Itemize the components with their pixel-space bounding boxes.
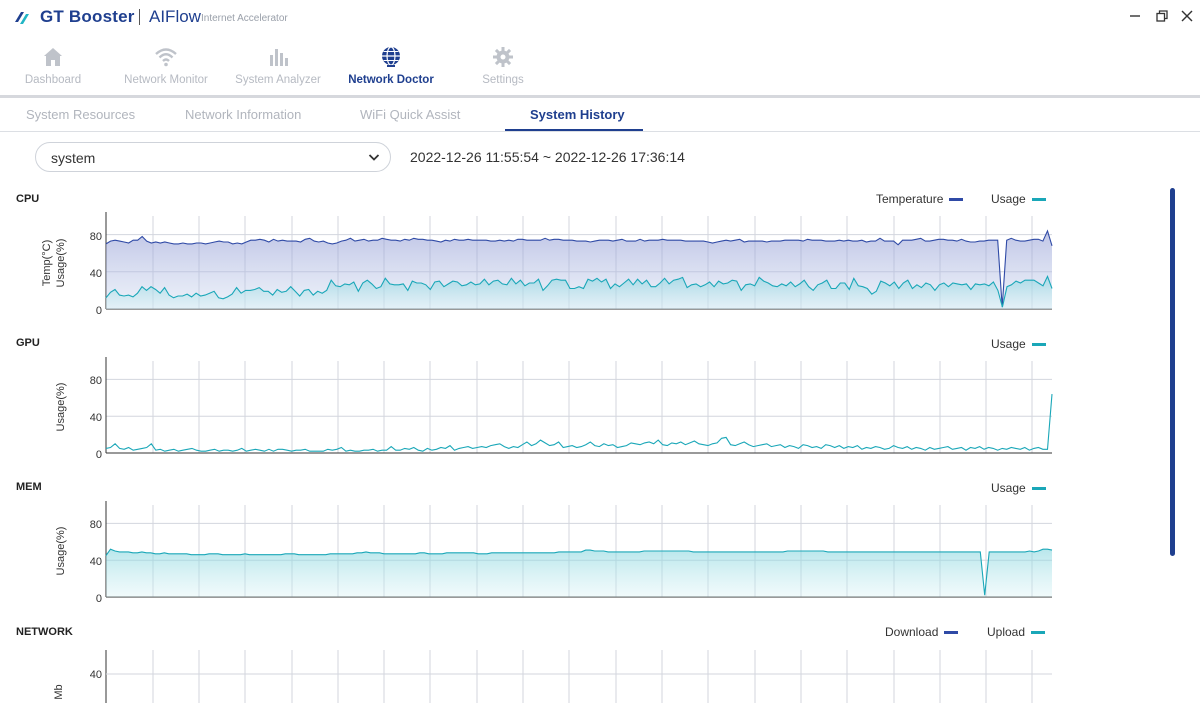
cpu-section-label: CPU — [16, 193, 40, 205]
mem-section-label: MEM — [16, 481, 42, 493]
globe-icon — [382, 46, 400, 67]
tab-wifi-quick-assist[interactable]: WiFi Quick Assist — [360, 107, 460, 122]
gear-icon — [493, 47, 513, 67]
cpu-tick-label: 80 — [90, 231, 102, 243]
nav-item-settings[interactable]: Settings — [448, 40, 558, 96]
network-tick-label: 40 — [90, 669, 102, 681]
cpu-plot — [105, 212, 1053, 310]
legend-swatch — [1031, 342, 1046, 346]
vertical-scrollbar[interactable] — [1170, 188, 1175, 556]
legend-temperature-label: Temperature — [876, 192, 944, 206]
active-tab-indicator — [505, 129, 643, 131]
legend-temperature: Temperature — [876, 192, 964, 206]
network-plot — [105, 650, 1052, 703]
cpu-tick-label: 40 — [90, 268, 102, 280]
nav-label: Network Monitor — [124, 74, 208, 86]
brand-primary: GT Booster — [40, 7, 135, 26]
cpu-usage-area — [106, 276, 1052, 309]
minimize-button[interactable] — [1125, 6, 1145, 26]
date-range: 2022-12-26 11:55:54 ~ 2022-12-26 17:36:1… — [410, 149, 685, 165]
legend-cpu-usage: Usage — [991, 192, 1046, 206]
nav-label: Settings — [482, 74, 524, 86]
history-type-select[interactable]: system — [35, 142, 391, 172]
mem-usage-line — [105, 548, 1053, 596]
legend-usage-label: Usage — [991, 481, 1026, 495]
nav-item-network-doctor[interactable]: Network Doctor — [336, 40, 446, 96]
legend-mem-usage: Usage — [991, 481, 1046, 495]
cpu-ylabel-usage: Usage(%) — [55, 239, 67, 288]
brand-tagline: Internet Accelerator — [201, 13, 288, 24]
mem-plot — [105, 501, 1053, 598]
close-icon — [1181, 10, 1193, 22]
gpu-tick-label: 40 — [90, 412, 102, 424]
restore-icon — [1156, 10, 1168, 22]
tab-network-information[interactable]: Network Information — [185, 107, 301, 122]
legend-swatch — [949, 197, 964, 201]
mem-tick-label: 80 — [90, 519, 102, 531]
select-value: system — [51, 150, 96, 166]
network-ylabel: Mb — [53, 684, 65, 699]
nav-item-dashboard[interactable]: Dashboard — [0, 40, 108, 96]
cpu-temperature-line — [105, 229, 1053, 308]
restore-button[interactable] — [1152, 6, 1172, 26]
chevron-down-icon — [368, 154, 380, 161]
cpu-usage-line — [105, 274, 1053, 308]
wifi-icon — [155, 48, 177, 67]
gpu-usage-line — [105, 394, 1053, 452]
legend-download-label: Download — [885, 625, 939, 639]
gpu-plot — [105, 357, 1053, 454]
nav-item-system-analyzer[interactable]: System Analyzer — [223, 40, 333, 96]
gpu-tick-label: 0 — [96, 449, 102, 461]
mem-tick-label: 0 — [96, 593, 102, 605]
legend-swatch — [944, 630, 959, 634]
nav-label: Dashboard — [24, 74, 82, 86]
mem-usage-area — [106, 549, 1052, 597]
close-button[interactable] — [1177, 6, 1197, 26]
bar-chart-icon — [270, 49, 288, 66]
tab-system-history[interactable]: System History — [530, 107, 625, 122]
tab-system-resources[interactable]: System Resources — [26, 107, 135, 122]
main-nav: Dashboard Network Monitor System Analyze… — [0, 40, 1200, 96]
mem-tick-label: 40 — [90, 556, 102, 568]
brand-divider — [139, 9, 140, 25]
legend-swatch — [1031, 630, 1046, 634]
gpu-section-label: GPU — [16, 337, 40, 349]
network-section-label: NETWORK — [16, 626, 73, 638]
legend-upload: Upload — [987, 625, 1046, 639]
legend-swatch — [1031, 197, 1046, 201]
mem-ylabel: Usage(%) — [55, 527, 67, 576]
gt-booster-logo-icon — [15, 12, 29, 24]
nav-divider — [0, 95, 1200, 98]
legend-download: Download — [885, 625, 959, 639]
gpu-tick-label: 80 — [90, 375, 102, 387]
cpu-ylabel-temp: Temp(°C) — [41, 240, 53, 287]
title-bar: GT Booster AIFlow Internet Accelerator — [0, 0, 1200, 34]
nav-item-network-monitor[interactable]: Network Monitor — [111, 40, 221, 96]
nav-label: System Analyzer — [235, 74, 321, 86]
home-icon — [44, 48, 62, 66]
legend-upload-label: Upload — [987, 625, 1026, 639]
legend-usage-label: Usage — [991, 337, 1026, 351]
sub-tabs: System Resources Network Information WiF… — [0, 100, 1200, 132]
legend-usage-label: Usage — [991, 192, 1026, 206]
brand-secondary: AIFlow — [149, 7, 201, 26]
gpu-ylabel: Usage(%) — [55, 383, 67, 432]
cpu-tick-label: 0 — [96, 305, 102, 317]
cpu-temperature-area — [106, 230, 1052, 309]
nav-label: Network Doctor — [348, 74, 434, 86]
legend-gpu-usage: Usage — [991, 337, 1046, 351]
legend-swatch — [1031, 486, 1046, 490]
minimize-icon — [1130, 15, 1140, 17]
